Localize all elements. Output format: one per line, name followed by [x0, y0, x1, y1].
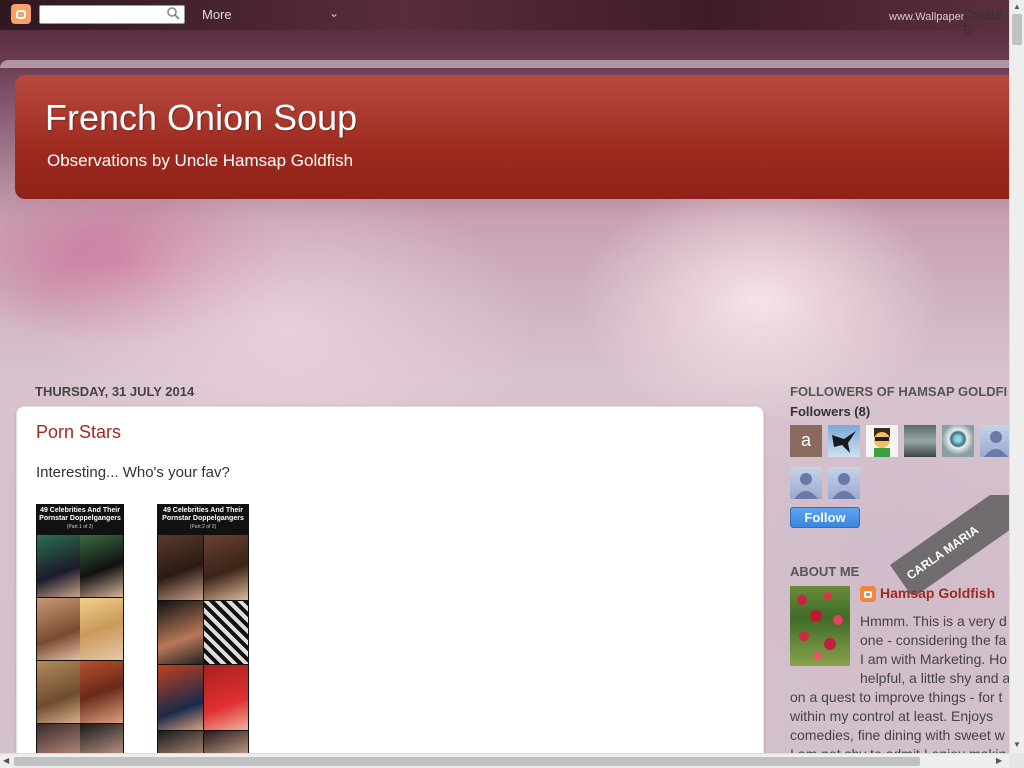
scroll-down-arrow-icon[interactable]: ▼ — [1013, 740, 1021, 749]
poster-heading: 49 Celebrities And Their Pornstar Doppel… — [157, 504, 249, 534]
poster-subheading: (Part 2 of 2) — [189, 524, 217, 530]
blogger-navbar: More ⌄ www.Wallpaper Create B — [0, 0, 1009, 37]
default-user-icon — [832, 473, 856, 499]
blog-description: Observations by Uncle Hamsap Goldfish — [47, 151, 354, 170]
post-image-part-1[interactable]: 49 Celebrities And Their Pornstar Doppel… — [36, 504, 124, 764]
follower-avatar[interactable] — [980, 425, 1009, 457]
blog-search-input[interactable] — [39, 5, 185, 24]
eagle-icon — [832, 431, 856, 453]
poster-heading-text: 49 Celebrities And Their Pornstar Doppel… — [162, 507, 244, 522]
flowers-image — [797, 592, 843, 660]
follower-avatar[interactable] — [828, 425, 860, 457]
post-card: Porn Stars Interesting... Who's your fav… — [16, 406, 764, 766]
about-text-line: I am not shy to admit I enjoy makin — [790, 745, 1006, 753]
profile-photo[interactable] — [790, 586, 850, 666]
blogger-logo-icon[interactable] — [11, 4, 31, 24]
blogger-profile-icon — [860, 586, 876, 602]
post-image-part-2[interactable]: 49 Celebrities And Their Pornstar Doppel… — [157, 504, 249, 764]
about-text-line: I am with Marketing. Ho — [860, 651, 1008, 667]
blog-title[interactable]: French Onion Soup — [45, 97, 357, 139]
cartoon-face-icon — [874, 428, 890, 457]
follower-avatar[interactable] — [828, 467, 860, 499]
follow-button[interactable]: Follow — [790, 507, 860, 528]
pornstar-photo — [80, 535, 123, 597]
followers-count: Followers (8) — [790, 404, 871, 419]
poster-heading-text: 49 Celebrities And Their Pornstar Doppel… — [39, 507, 121, 522]
search-icon[interactable] — [167, 7, 180, 20]
celebrity-photo — [158, 535, 203, 600]
pornstar-photo — [204, 535, 248, 600]
follower-avatar[interactable]: a — [790, 425, 822, 457]
follower-avatar[interactable] — [866, 425, 898, 457]
post-date-header: THURSDAY, 31 JULY 2014 — [35, 384, 195, 399]
celebrity-photo — [158, 601, 203, 664]
carla-maria-promo-image: CARLA MARIA — [880, 495, 1009, 595]
create-blog-link[interactable]: Create B — [963, 7, 1009, 37]
scroll-right-arrow-icon[interactable]: ▶ — [996, 756, 1002, 765]
horizontal-scrollbar[interactable]: ◀ ▶ — [0, 753, 1009, 768]
follower-avatar[interactable] — [904, 425, 936, 457]
follower-avatar[interactable] — [942, 425, 974, 457]
horizontal-scroll-thumb[interactable] — [14, 757, 920, 766]
pornstar-photo — [80, 661, 123, 723]
pornstar-photo — [204, 665, 248, 730]
default-user-icon — [794, 473, 818, 499]
celebrity-photo — [158, 665, 203, 730]
chevron-down-icon[interactable]: ⌄ — [329, 6, 339, 20]
celebrity-photo — [37, 535, 80, 597]
profile-name-link[interactable]: Hamsap Goldfish — [880, 585, 995, 601]
post-title[interactable]: Porn Stars — [36, 422, 121, 443]
about-text-line: within my control at least. Enjoys — [790, 708, 994, 724]
about-text-line: on a quest to improve things - for t — [790, 689, 1003, 705]
default-user-icon — [984, 431, 1008, 457]
about-text-line: comedies, fine dining with sweet w — [790, 727, 1005, 743]
pornstar-photo — [80, 598, 123, 660]
follower-avatar[interactable] — [790, 467, 822, 499]
scroll-left-arrow-icon[interactable]: ◀ — [3, 756, 9, 765]
scrollbar-corner — [1009, 753, 1024, 768]
wallpaper-watermark: www.Wallpaper — [889, 11, 965, 23]
post-body-text: Interesting... Who's your fav? — [36, 464, 230, 481]
about-me-heading: ABOUT ME — [790, 564, 860, 579]
pornstar-photo — [204, 601, 248, 664]
celebrity-photo — [37, 598, 80, 660]
blog-header: French Onion Soup Observations by Uncle … — [15, 75, 1009, 199]
vertical-scroll-thumb[interactable] — [1012, 14, 1022, 45]
poster-subheading: (Part 1 of 2) — [66, 524, 94, 530]
about-text-line: one - considering the fa — [860, 632, 1007, 648]
vertical-scrollbar[interactable]: ▲ ▼ — [1009, 0, 1024, 753]
celebrity-photo — [37, 661, 80, 723]
promo-text: CARLA MARIA — [890, 495, 1009, 595]
about-text-line: Hmmm. This is a very d — [860, 613, 1007, 629]
content-outer-band — [0, 60, 1009, 68]
more-menu[interactable]: More — [202, 7, 232, 22]
poster-heading: 49 Celebrities And Their Pornstar Doppel… — [36, 504, 124, 534]
scroll-up-arrow-icon[interactable]: ▲ — [1013, 2, 1021, 11]
followers-heading: FOLLOWERS OF HAMSAP GOLDFI — [790, 384, 1008, 399]
about-text-line: helpful, a little shy and a — [860, 670, 1011, 686]
